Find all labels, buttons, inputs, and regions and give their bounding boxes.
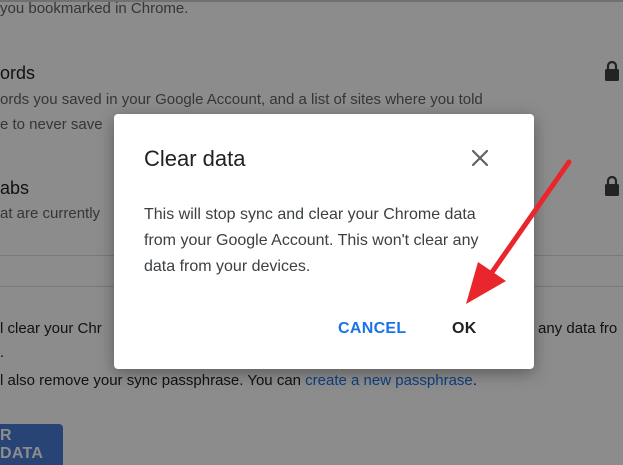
dialog-title: Clear data xyxy=(144,146,246,171)
cancel-button[interactable]: CANCEL xyxy=(330,314,414,344)
ok-button[interactable]: OK xyxy=(444,314,485,344)
top-shadow xyxy=(0,0,623,2)
clear-data-dialog: Clear data This will stop sync and clear… xyxy=(114,114,534,369)
dialog-message: This will stop sync and clear your Chrom… xyxy=(144,206,479,275)
close-icon[interactable] xyxy=(466,144,494,172)
